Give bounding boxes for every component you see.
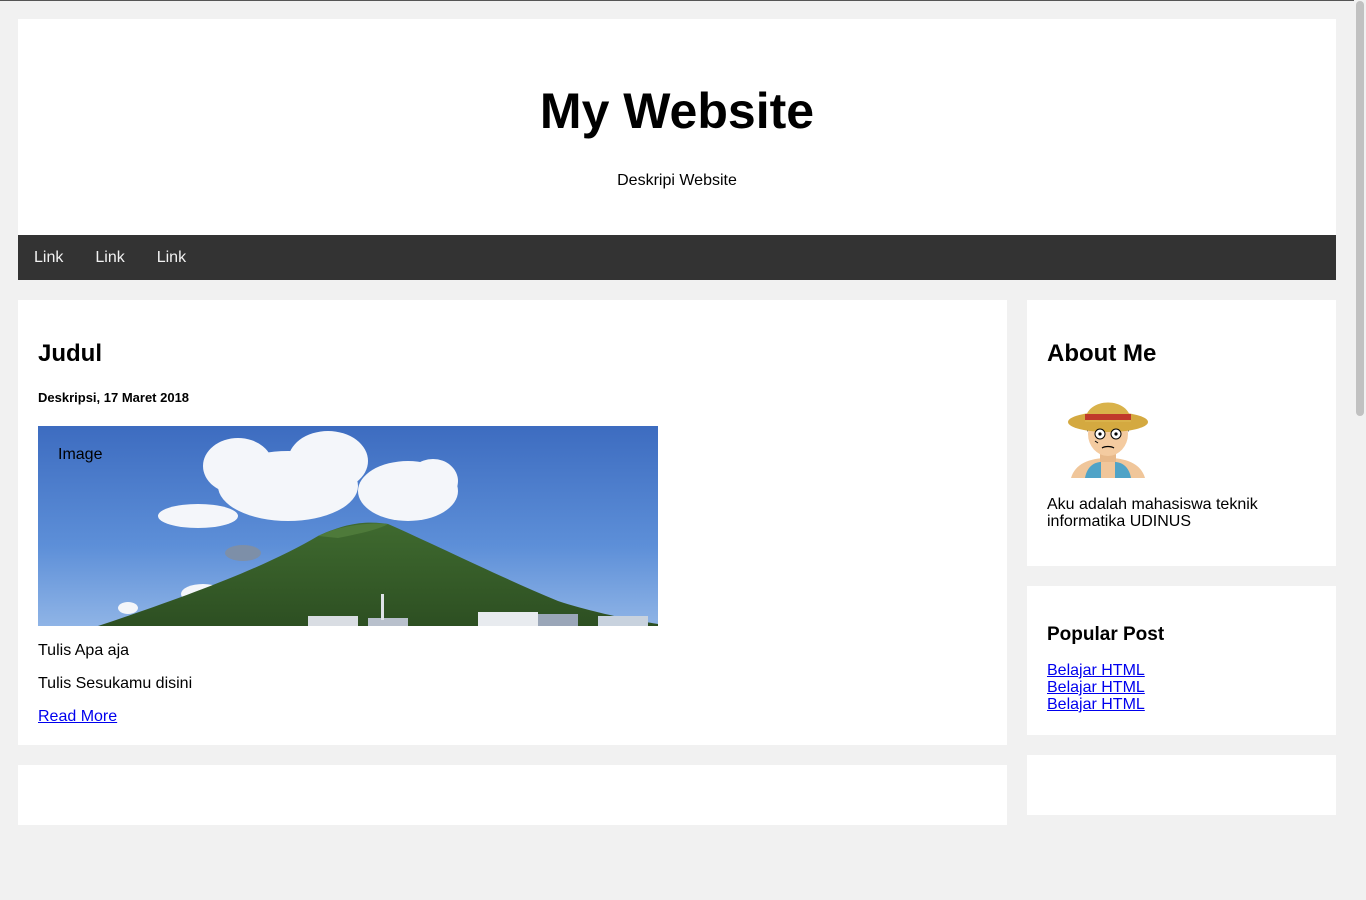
read-more-link[interactable]: Read More	[38, 708, 117, 726]
site-header: My Website Deskripi Website	[18, 19, 1336, 235]
popular-post-card: Popular Post Belajar HTML Belajar HTML B…	[1027, 586, 1336, 735]
nav-link-1[interactable]: Link	[18, 235, 79, 280]
post-image: Image	[38, 426, 658, 626]
popular-link-1[interactable]: Belajar HTML	[1047, 662, 1145, 679]
popular-link-3[interactable]: Belajar HTML	[1047, 696, 1145, 713]
vertical-scrollbar[interactable]	[1354, 0, 1366, 768]
site-description: Deskripi Website	[617, 172, 737, 189]
popular-link-2[interactable]: Belajar HTML	[1047, 679, 1145, 696]
main-column: Judul Deskripsi, 17 Maret 2018 Image Tul…	[18, 300, 1007, 825]
popular-list: Belajar HTML Belajar HTML Belajar HTML	[1047, 662, 1145, 713]
post-meta: Deskripsi, 17 Maret 2018	[38, 390, 190, 405]
sidebar-column: About Me Aku adalah mahasiswa teknik inf…	[1027, 300, 1336, 815]
follow-card	[1027, 755, 1336, 815]
post-paragraph-2: Tulis Sesukamu disini	[38, 675, 193, 692]
popular-title: Popular Post	[1047, 624, 1165, 645]
next-post-card	[18, 765, 1007, 825]
mountain-image	[38, 426, 658, 626]
image-label: Image	[58, 446, 103, 463]
site-title: My Website	[539, 83, 815, 139]
avatar	[1068, 402, 1148, 478]
scrollbar-thumb[interactable]	[1356, 1, 1364, 416]
post-card: Judul Deskripsi, 17 Maret 2018 Image Tul…	[18, 300, 1007, 745]
window-top-border	[0, 0, 1366, 1]
about-title: About Me	[1047, 340, 1157, 367]
post-title: Judul	[38, 340, 102, 367]
top-nav: Link Link Link	[18, 235, 1336, 280]
nav-link-2[interactable]: Link	[79, 235, 140, 280]
about-text: Aku adalah mahasiswa teknik informatika …	[1047, 496, 1258, 530]
content-row: Judul Deskripsi, 17 Maret 2018 Image Tul…	[18, 300, 1336, 900]
about-card: About Me Aku adalah mahasiswa teknik inf…	[1027, 300, 1336, 566]
nav-link-3[interactable]: Link	[141, 235, 202, 280]
post-paragraph-1: Tulis Apa aja	[38, 642, 130, 659]
